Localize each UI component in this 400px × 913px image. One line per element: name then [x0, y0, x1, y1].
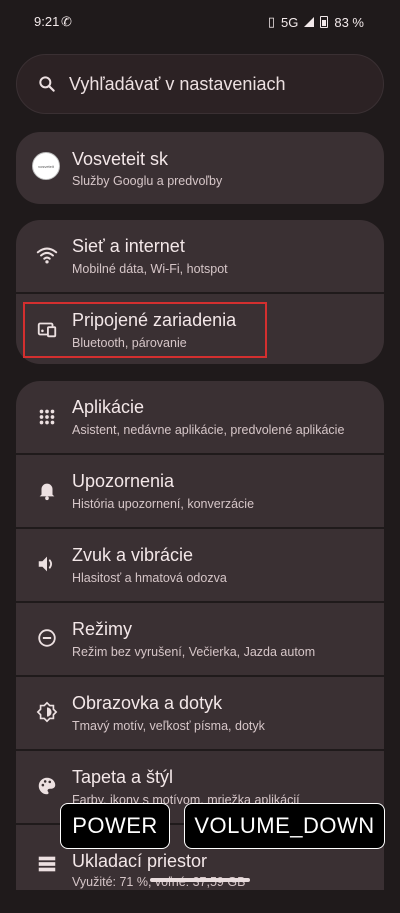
apps-grid-icon — [39, 409, 55, 425]
wifi-icon — [36, 247, 58, 264]
item-title: Ukladací priestor — [72, 851, 208, 871]
volume-down-key-button[interactable]: VOLUME_DOWN — [184, 803, 385, 849]
account-subtitle: Služby Googlu a predvoľby — [72, 174, 223, 188]
search-placeholder: Vyhľadávať v nastaveniach — [69, 73, 286, 94]
volume-icon — [38, 556, 53, 572]
item-title: Tapeta a štýl — [72, 767, 174, 787]
bell-icon — [39, 483, 55, 501]
account-name: Vosveteit sk — [72, 149, 169, 169]
item-title: Sieť a internet — [72, 236, 185, 256]
settings-item-sound[interactable]: Zvuk a vibrácie Hlasitosť a hmatová odoz… — [16, 529, 384, 601]
settings-item-notifications[interactable]: Upozornenia História upozornení, konverz… — [16, 455, 384, 527]
item-subtitle: Režim bez vyrušení, Večierka, Jazda auto… — [72, 645, 316, 659]
item-subtitle: Mobilné dáta, Wi-Fi, hotspot — [72, 262, 228, 276]
item-subtitle: Asistent, nedávne aplikácie, predvolené … — [72, 423, 345, 437]
call-icon: ✆ — [61, 14, 72, 29]
search-icon — [39, 76, 55, 92]
network-label: 5G — [281, 14, 299, 30]
vibrate-icon: ▯ — [267, 14, 276, 29]
status-bar: 9:21 ✆ ▯ 5G 83 % — [0, 0, 400, 44]
power-key-button[interactable]: POWER — [60, 803, 170, 849]
settings-item-display[interactable]: Obrazovka a dotyk Tmavý motív, veľkosť p… — [16, 677, 384, 749]
battery-percent: 83 % — [334, 14, 364, 30]
brightness-icon — [36, 701, 58, 723]
item-title: Režimy — [72, 619, 133, 639]
signal-icon — [304, 17, 315, 27]
settings-item-modes[interactable]: Režimy Režim bez vyrušení, Večierka, Jaz… — [16, 603, 384, 675]
do-not-disturb-icon — [38, 629, 56, 647]
item-title: Zvuk a vibrácie — [72, 545, 194, 565]
account-card[interactable]: vosveteit Vosveteit sk Služby Googlu a p… — [16, 132, 384, 204]
palette-icon — [38, 777, 56, 795]
battery-icon — [320, 16, 329, 28]
item-subtitle: Tmavý motív, veľkosť písma, dotyk — [72, 719, 265, 733]
status-icons: ▯ 5G 83 % — [268, 14, 364, 30]
settings-item-storage[interactable]: Ukladací priestor Využité: 71 %, voľné: … — [16, 841, 384, 913]
search-bar[interactable]: Vyhľadávať v nastaveniach — [16, 54, 384, 114]
item-title: Upozornenia — [72, 471, 175, 491]
item-title: Obrazovka a dotyk — [72, 693, 223, 713]
gesture-handle[interactable] — [150, 878, 250, 882]
item-title: Aplikácie — [72, 397, 145, 417]
status-time: 9:21 — [34, 14, 60, 29]
item-subtitle: História upozornení, konverzácie — [72, 497, 255, 511]
settings-item-network[interactable]: Sieť a internet Mobilné dáta, Wi-Fi, hot… — [16, 220, 384, 292]
storage-icon — [38, 856, 56, 872]
highlight-box — [23, 302, 267, 358]
settings-item-apps[interactable]: Aplikácie Asistent, nedávne aplikácie, p… — [16, 381, 384, 453]
item-subtitle: Hlasitosť a hmatová odozva — [72, 571, 227, 585]
